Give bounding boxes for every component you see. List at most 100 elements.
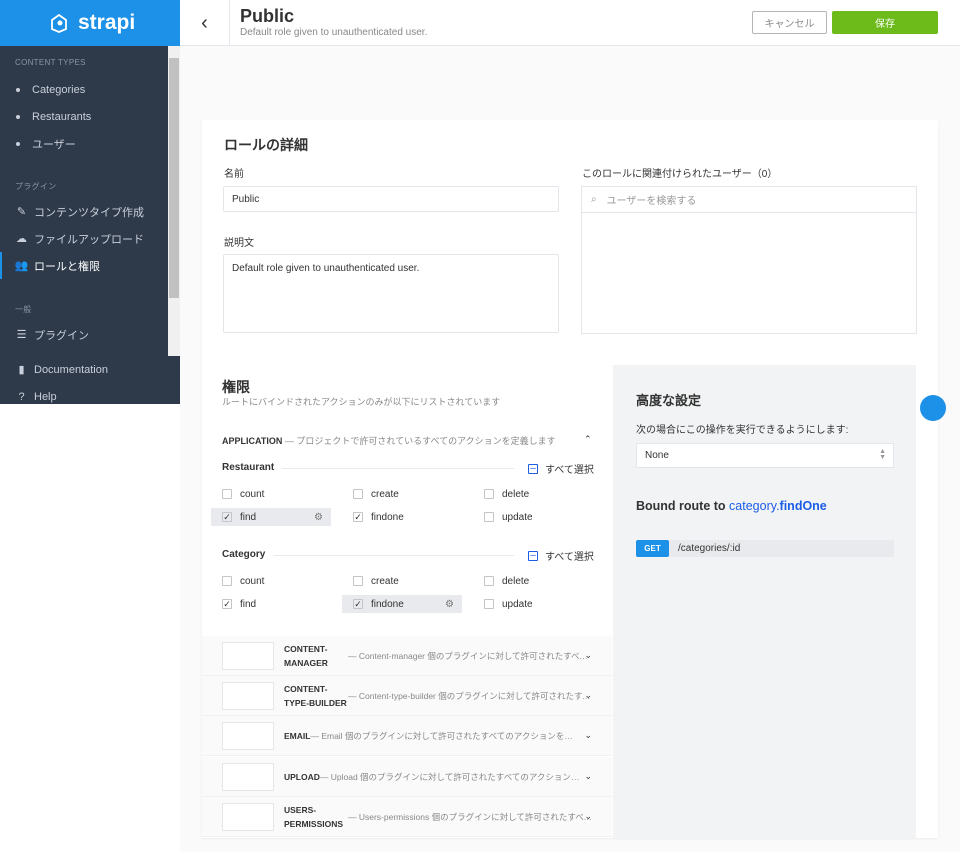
checkbox-category-findone[interactable]: ✓ findone ⚙ — [342, 595, 462, 613]
sidebar-item-upload[interactable]: ☁ ファイルアップロード — [0, 225, 168, 252]
description-textarea[interactable]: Default role given to unauthenticated us… — [223, 254, 559, 333]
bound-prefix: Bound route to — [636, 499, 730, 513]
plugin-row-content-type-builder[interactable]: CONTENT-TYPE-BUILDER — Content-type-buil… — [202, 676, 612, 716]
bullet-icon — [16, 141, 20, 146]
plugin-name: CONTENT-TYPE-BUILDER — [284, 683, 347, 708]
bullet-icon — [16, 87, 20, 92]
policy-select[interactable]: None ▲ ▼ — [636, 443, 894, 468]
sidebar-item-help[interactable]: ? Help — [0, 383, 180, 404]
select-all-category[interactable]: – すべて選択 — [528, 548, 594, 563]
checkbox-icon — [484, 599, 494, 609]
plugin-row-content-manager[interactable]: CONTENT-MANAGER — Content-manager 個のプラグイ… — [202, 636, 612, 676]
action-label: create — [371, 575, 399, 587]
chevron-down-icon: ⌄ — [584, 650, 592, 660]
section-content-types: CONTENT TYPES — [15, 58, 86, 67]
plugin-desc: — Email 個のプラグインに対して許可されたすべてのアクションを定義します — [310, 730, 579, 741]
chevron-down-icon: ⌄ — [584, 811, 592, 821]
plugin-logo — [222, 762, 274, 791]
plugin-desc: — Content-manager 個のプラグインに対して許可されたすべてのアク… — [348, 650, 593, 661]
checkbox-restaurant-delete[interactable]: delete — [484, 485, 529, 503]
select-all-label: すべて選択 — [545, 465, 594, 476]
checkbox-restaurant-update[interactable]: update — [484, 508, 533, 526]
application-header[interactable]: APPLICATION — プロジェクトで許可されているすべてのアクションを定義… — [222, 434, 556, 447]
sidebar-item-label: プラグイン — [34, 329, 89, 342]
strapi-logo[interactable]: strapi — [0, 0, 180, 46]
cancel-button[interactable]: キャンセル — [752, 11, 827, 34]
plugin-name: UPLOAD — [284, 771, 320, 782]
logo-text: strapi — [78, 11, 136, 34]
help-icon: ? — [18, 390, 25, 403]
minus-checkbox-icon: – — [528, 550, 538, 561]
plugin-row-email[interactable]: EMAIL — Email 個のプラグインに対して許可されたすべてのアクションを… — [202, 716, 612, 756]
sidebar: strapi CONTENT TYPES Categories Restaura… — [0, 0, 180, 404]
checkbox-category-find[interactable]: ✓ find — [222, 595, 256, 613]
plugin-name: USERS-PERMISSIONS — [284, 804, 344, 829]
chevron-left-icon: ‹ — [201, 11, 208, 34]
users-list: ⌕ ユーザーを検索する — [581, 186, 917, 334]
sidebar-item-content-type-builder[interactable]: ✎ コンテンツタイプ作成 — [0, 198, 168, 225]
sidebar-item-documentation[interactable]: ▮ Documentation — [0, 356, 180, 383]
bound-controller: category — [729, 499, 777, 513]
checkbox-category-update[interactable]: update — [484, 595, 533, 613]
checkbox-icon — [484, 512, 494, 522]
name-label: 名前 — [224, 169, 244, 180]
plugin-desc: — Upload 個のプラグインに対して許可されたすべてのアクションを定義します — [319, 771, 580, 782]
checkbox-category-delete[interactable]: delete — [484, 572, 529, 590]
checkmark-icon: ✓ — [353, 511, 363, 522]
users-search[interactable]: ⌕ ユーザーを検索する — [582, 187, 916, 213]
sidebar-item-restaurants[interactable]: Restaurants — [0, 103, 168, 130]
plugin-row-upload[interactable]: UPLOAD — Upload 個のプラグインに対して許可されたすべてのアクショ… — [202, 757, 612, 797]
select-all-restaurant[interactable]: – すべて選択 — [528, 461, 594, 476]
plugin-row-users-permissions[interactable]: USERS-PERMISSIONS — Users-permissions 個の… — [202, 797, 612, 837]
permissions-heading: 権限 — [222, 379, 250, 395]
minus-checkbox-icon: – — [528, 463, 538, 474]
sidebar-item-roles-permissions[interactable]: 👥 ロールと権限 — [0, 252, 168, 279]
plugin-name: EMAIL — [284, 730, 311, 741]
back-button[interactable]: ‹ — [180, 0, 230, 46]
users-icon: 👥 — [14, 260, 29, 272]
sidebar-item-label: コンテンツタイプ作成 — [34, 206, 144, 219]
brush-icon: ✎ — [16, 206, 27, 218]
sidebar-scrollbar[interactable] — [168, 46, 180, 356]
action-label: count — [240, 488, 265, 500]
plugin-logo — [222, 641, 274, 670]
plugin-logo — [222, 721, 274, 750]
method-badge: GET — [636, 540, 669, 557]
sidebar-item-users[interactable]: ユーザー — [0, 130, 168, 157]
chevron-up-icon[interactable]: ⌃ — [584, 434, 592, 445]
header: ‹ Public Default role given to unauthent… — [180, 0, 960, 46]
gear-icon[interactable]: ⚙ — [314, 512, 323, 523]
sidebar-item-label: ファイルアップロード — [34, 233, 144, 246]
help-bubble-button[interactable] — [920, 395, 946, 421]
scrollbar-thumb[interactable] — [169, 58, 179, 298]
page-subtitle: Default role given to unauthenticated us… — [240, 27, 428, 38]
action-label: create — [371, 488, 399, 500]
checkbox-category-count[interactable]: count — [222, 572, 264, 590]
checkbox-restaurant-find[interactable]: ✓ find ⚙ — [211, 508, 331, 526]
book-icon: ▮ — [18, 364, 25, 376]
sidebar-item-label: Restaurants — [32, 110, 92, 123]
page-title: Public — [240, 6, 295, 26]
users-search-placeholder: ユーザーを検索する — [606, 196, 697, 207]
gear-icon[interactable]: ⚙ — [445, 599, 454, 610]
list-icon: ☰ — [16, 329, 27, 341]
checkbox-category-create[interactable]: create — [353, 572, 399, 590]
sidebar-item-label: ロールと権限 — [34, 260, 100, 273]
sidebar-item-plugins[interactable]: ☰ プラグイン — [0, 321, 168, 348]
sidebar-item-label: Categories — [32, 83, 86, 96]
checkbox-icon — [353, 489, 363, 499]
checkmark-icon: ✓ — [353, 598, 363, 609]
action-label: count — [240, 575, 265, 587]
checkbox-restaurant-findone[interactable]: ✓ findone — [353, 508, 404, 526]
name-input[interactable]: Public — [223, 186, 559, 212]
divider — [282, 468, 514, 469]
sidebar-item-categories[interactable]: Categories — [0, 76, 168, 103]
advanced-heading: 高度な設定 — [636, 393, 702, 408]
checkbox-restaurant-count[interactable]: count — [222, 485, 264, 503]
bound-action: findOne — [779, 499, 827, 513]
save-button[interactable]: 保存 — [832, 11, 938, 34]
permissions-subtitle: ルートにバインドされたアクションのみが以下にリストされています — [222, 397, 501, 407]
sidebar-item-label: Documentation — [34, 363, 108, 376]
checkbox-restaurant-create[interactable]: create — [353, 485, 399, 503]
bound-route: Bound route to category.findOne — [636, 499, 827, 513]
